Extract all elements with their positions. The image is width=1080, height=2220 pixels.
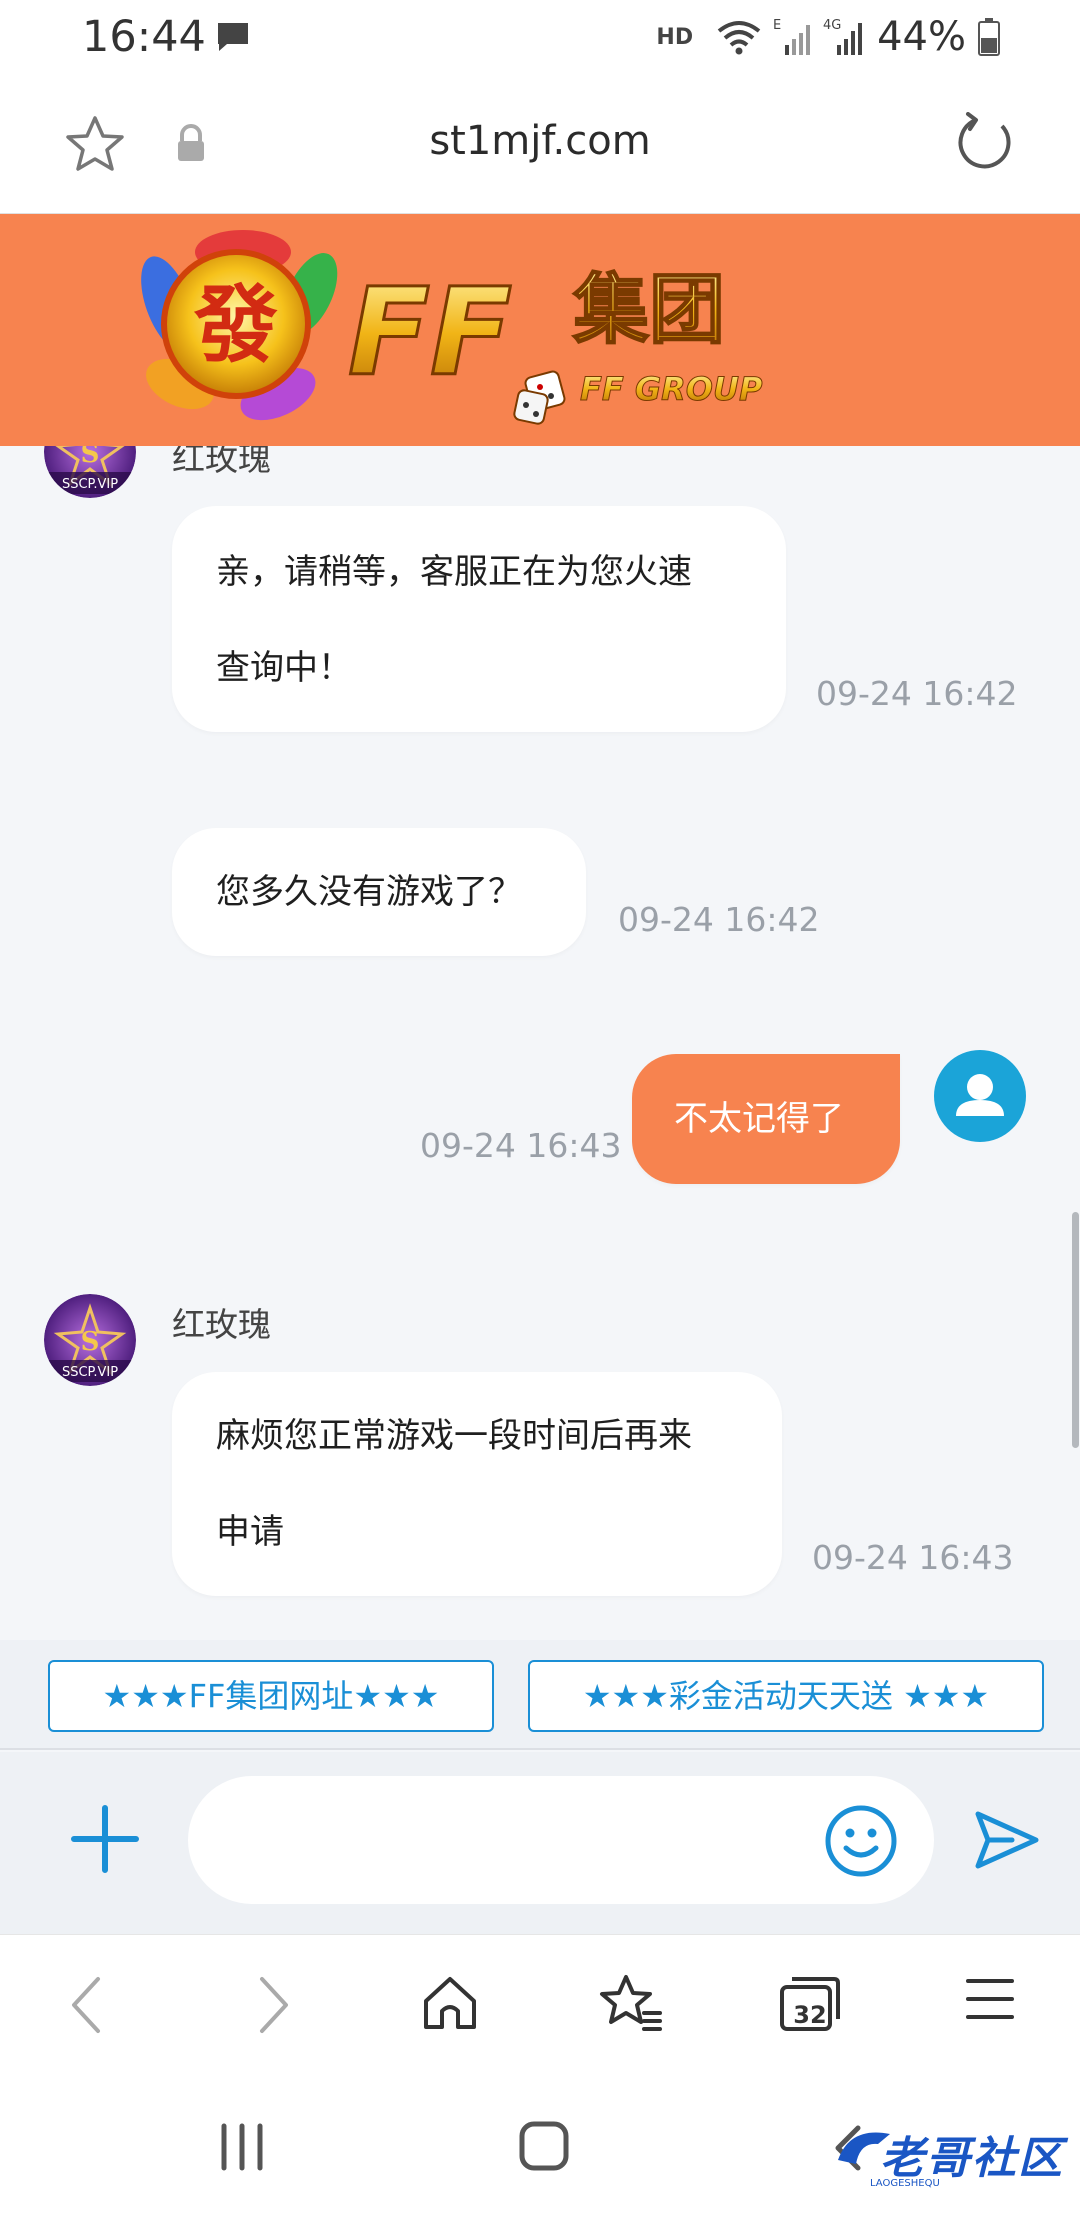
- status-time: 16:44: [82, 12, 206, 62]
- send-icon[interactable]: [972, 1808, 1042, 1872]
- battery-icon: [978, 18, 1000, 56]
- watermark-text: 老哥社区: [880, 2133, 1064, 2184]
- home-icon[interactable]: [420, 1973, 480, 2033]
- ff-group-logo: 發 FF 集团 FF GROUP: [141, 230, 763, 425]
- chat-message-list[interactable]: S SSCP.VIP 红玫瑰 亲，请稍等，客服正在为您火速 查询中！ 09-24…: [0, 446, 1080, 1640]
- agent-avatar: S SSCP.VIP: [44, 446, 136, 498]
- user-avatar-icon: [956, 1074, 1004, 1116]
- sender-name: 红玫瑰: [172, 446, 271, 478]
- message-bubble: 您多久没有游戏了？: [172, 828, 586, 956]
- message-icon: [218, 23, 248, 51]
- home-nav-icon[interactable]: [518, 2120, 570, 2172]
- svg-text:4G: 4G: [823, 18, 841, 33]
- battery-percent: 44%: [877, 14, 966, 60]
- status-indicators: HD E 4G 44%: [656, 14, 1000, 60]
- message-line: 亲，请稍等，客服正在为您火速: [216, 552, 692, 592]
- reload-icon[interactable]: [954, 112, 1016, 174]
- agent-avatar-icon: S SSCP.VIP: [44, 1294, 136, 1386]
- agent-avatar: S SSCP.VIP: [44, 1294, 136, 1386]
- message-line: 查询中！: [216, 648, 352, 688]
- menu-icon[interactable]: [964, 1973, 1016, 2025]
- message-line: 麻烦您正常游戏一段时间后再来: [216, 1416, 692, 1456]
- emoji-icon[interactable]: [824, 1804, 898, 1878]
- hd-label: HD: [656, 24, 694, 50]
- message-input[interactable]: [188, 1776, 934, 1904]
- signal-e-icon: E: [773, 18, 811, 55]
- browser-address-bar: st1mjf.com: [0, 76, 1080, 214]
- quick-link-bonus-activity[interactable]: ★★★彩金活动天天送 ★★★: [528, 1660, 1044, 1732]
- svg-text:S: S: [81, 1327, 100, 1357]
- message-time: 09-24 16:42: [816, 674, 1018, 713]
- message-time: 09-24 16:43: [420, 1126, 622, 1165]
- browser-toolbar: 32: [0, 1934, 1080, 2078]
- svg-text:集团: 集团: [572, 265, 725, 354]
- logo-char: 發: [193, 275, 278, 374]
- quick-links-bar: ★★★FF集团网址★★★ ★★★彩金活动天天送 ★★★: [0, 1640, 1080, 1750]
- message-line: 不太记得了: [674, 1099, 844, 1139]
- back-icon[interactable]: [66, 1973, 106, 2037]
- brand-banner: 發 FF 集团 FF GROUP: [0, 214, 1080, 446]
- message-line: 您多久没有游戏了？: [216, 872, 522, 912]
- message-time: 09-24 16:43: [812, 1538, 1014, 1577]
- signal-4g-icon: 4G: [823, 18, 863, 55]
- svg-text:FF: FF: [348, 264, 512, 403]
- svg-text:SSCP.VIP: SSCP.VIP: [62, 477, 118, 492]
- svg-text:SSCP.VIP: SSCP.VIP: [62, 1365, 118, 1380]
- tab-count: 32: [793, 2001, 827, 2029]
- agent-avatar-icon: S SSCP.VIP: [44, 446, 136, 498]
- forward-icon[interactable]: [254, 1973, 294, 2037]
- message-bubble: 亲，请稍等，客服正在为您火速 查询中！: [172, 506, 786, 732]
- bookmarks-icon[interactable]: [598, 1973, 664, 2035]
- message-line: 申请: [216, 1512, 284, 1552]
- recent-apps-icon[interactable]: [218, 2122, 266, 2172]
- quick-link-ff-url[interactable]: ★★★FF集团网址★★★: [48, 1660, 494, 1732]
- user-avatar: [934, 1050, 1026, 1142]
- message-composer: [0, 1752, 1080, 1934]
- svg-text:FF GROUP: FF GROUP: [580, 370, 763, 408]
- svg-text:E: E: [773, 18, 781, 33]
- message-bubble: 麻烦您正常游戏一段时间后再来 申请: [172, 1372, 782, 1596]
- sender-name: 红玫瑰: [172, 1305, 271, 1344]
- chat-scrollbar[interactable]: [1072, 1212, 1079, 1448]
- svg-text:S: S: [81, 446, 100, 469]
- message-bubble-outgoing: 不太记得了: [632, 1054, 900, 1184]
- url-display[interactable]: st1mjf.com: [0, 118, 1080, 164]
- wifi-icon: [717, 21, 761, 55]
- status-bar: 16:44 HD E 4G 44%: [0, 0, 1080, 76]
- plus-icon[interactable]: [68, 1802, 142, 1876]
- message-time: 09-24 16:42: [618, 900, 820, 939]
